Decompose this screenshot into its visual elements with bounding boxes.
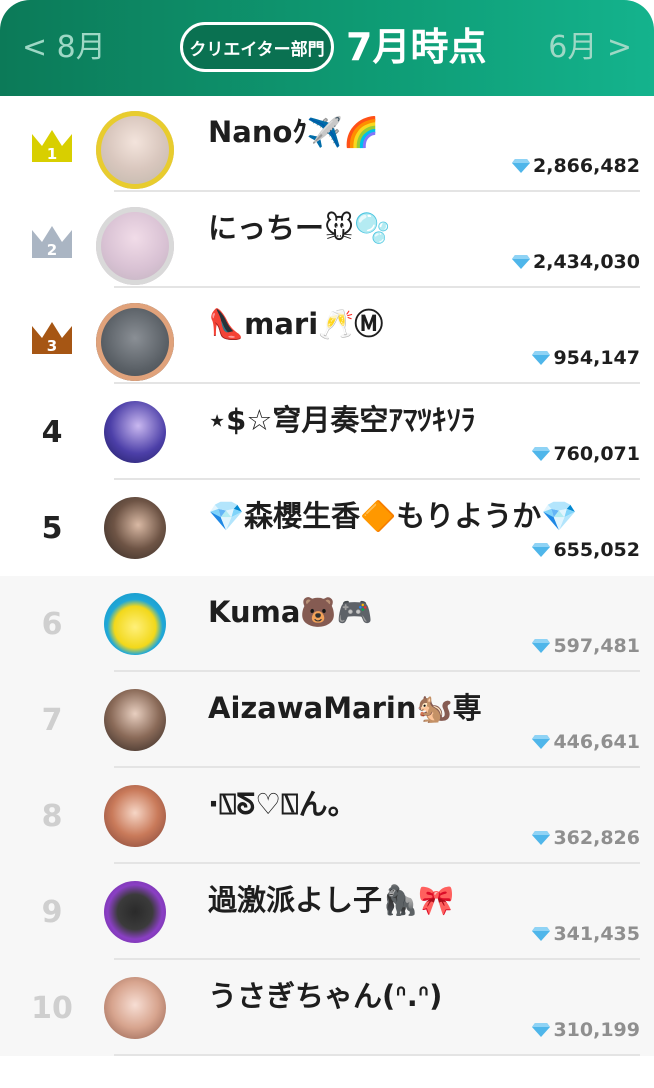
prev-month-button[interactable]: < 8月 — [22, 26, 106, 70]
rank-number: 7 — [41, 702, 63, 738]
score-value: 655,052 — [553, 539, 640, 561]
diamond-icon — [532, 447, 551, 461]
avatar[interactable] — [96, 303, 174, 381]
score: 2,434,030 — [511, 248, 640, 276]
row-divider — [114, 1054, 640, 1056]
avatar[interactable] — [104, 593, 166, 655]
diamond-icon — [532, 1023, 551, 1037]
rank-number: 4 — [41, 414, 63, 450]
score-value: 446,641 — [553, 731, 640, 753]
category-badge: クリエイター部門 — [180, 22, 334, 72]
score-value: 310,199 — [553, 1019, 640, 1041]
ranking-row[interactable]: 2 にっちー🐭🫧 2,434,030 — [0, 192, 654, 288]
user-name[interactable]: Nanoｸ✈️🌈 — [208, 112, 379, 152]
user-name[interactable]: 👠mari🥂Ⓜ︎ — [208, 304, 383, 344]
next-month-button[interactable]: 6月 > — [548, 26, 632, 70]
diamond-icon — [532, 735, 551, 749]
score: 446,641 — [531, 728, 640, 756]
ranking-list: 1 Nanoｸ✈️🌈 2,866,482 2 にっちー🐭🫧 2,434,030 — [0, 96, 654, 1056]
user-name[interactable]: うさぎちゃん(ᐢ.ᐢ) — [208, 976, 442, 1016]
ranking-title: 7月時点 — [346, 25, 487, 69]
ranking-card: < 8月 クリエイター部門 7月時点 6月 > 1 Nanoｸ✈️🌈 2,866… — [0, 0, 654, 1088]
score-value: 760,071 — [553, 443, 640, 465]
score-value: 2,866,482 — [533, 155, 640, 177]
score-value: 362,826 — [553, 827, 640, 849]
user-name[interactable]: ⋆$☆穹月奏空ｱﾏﾂｷｿﾗ — [208, 400, 475, 440]
user-name[interactable]: 過激派よし子🦍🎀 — [208, 880, 454, 920]
ranking-row[interactable]: 3 👠mari🥂Ⓜ︎ 954,147 — [0, 288, 654, 384]
rank-number: 9 — [41, 894, 63, 930]
avatar[interactable] — [96, 207, 174, 285]
score: 310,199 — [531, 1016, 640, 1044]
avatar[interactable] — [104, 977, 166, 1039]
score: 2,866,482 — [511, 152, 640, 180]
diamond-icon — [532, 351, 551, 365]
score: 655,052 — [531, 536, 640, 564]
user-name[interactable]: Kuma🐻🎮 — [208, 592, 373, 632]
diamond-icon — [532, 543, 551, 557]
ranking-row[interactable]: 7 AizawaMarin🐿️専 446,641 — [0, 672, 654, 768]
rank-number: 2 — [47, 241, 57, 259]
rank-number: 3 — [47, 337, 57, 355]
ranking-header: < 8月 クリエイター部門 7月時点 6月 > — [0, 0, 654, 96]
diamond-icon — [512, 255, 531, 269]
rank-number: 5 — [41, 510, 63, 546]
score-value: 2,434,030 — [533, 251, 640, 273]
user-name[interactable]: にっちー🐭🫧 — [208, 208, 390, 248]
diamond-icon — [532, 831, 551, 845]
rank-number: 1 — [47, 145, 57, 163]
ranking-row[interactable]: 9 過激派よし子🦍🎀 341,435 — [0, 864, 654, 960]
ranking-row[interactable]: 8 ·⍂ᘕ♡⍂ん。 362,826 — [0, 768, 654, 864]
gold-crown-icon: 1 — [32, 130, 72, 163]
score: 362,826 — [531, 824, 640, 852]
rank-number: 8 — [41, 798, 63, 834]
score: 760,071 — [531, 440, 640, 468]
avatar[interactable] — [104, 785, 166, 847]
diamond-icon — [532, 927, 551, 941]
user-name[interactable]: 💎森櫻生香🔶もりようか💎 — [208, 496, 577, 536]
score-value: 954,147 — [553, 347, 640, 369]
ranking-row[interactable]: 4 ⋆$☆穹月奏空ｱﾏﾂｷｿﾗ 760,071 — [0, 384, 654, 480]
user-name[interactable]: AizawaMarin🐿️専 — [208, 688, 482, 728]
rank-number: 10 — [31, 990, 73, 1026]
score: 597,481 — [531, 632, 640, 660]
diamond-icon — [532, 639, 551, 653]
avatar[interactable] — [104, 881, 166, 943]
rank-number: 6 — [41, 606, 63, 642]
bronze-crown-icon: 3 — [32, 322, 72, 355]
score: 341,435 — [531, 920, 640, 948]
diamond-icon — [512, 159, 531, 173]
avatar[interactable] — [96, 111, 174, 189]
ranking-row[interactable]: 6 Kuma🐻🎮 597,481 — [0, 576, 654, 672]
score: 954,147 — [531, 344, 640, 372]
ranking-row[interactable]: 5 💎森櫻生香🔶もりようか💎 655,052 — [0, 480, 654, 576]
avatar[interactable] — [104, 401, 166, 463]
avatar[interactable] — [104, 689, 166, 751]
ranking-row[interactable]: 10 うさぎちゃん(ᐢ.ᐢ) 310,199 — [0, 960, 654, 1056]
ranking-row[interactable]: 1 Nanoｸ✈️🌈 2,866,482 — [0, 96, 654, 192]
avatar[interactable] — [104, 497, 166, 559]
user-name[interactable]: ·⍂ᘕ♡⍂ん。 — [208, 784, 357, 824]
score-value: 341,435 — [553, 923, 640, 945]
score-value: 597,481 — [553, 635, 640, 657]
silver-crown-icon: 2 — [32, 226, 72, 259]
